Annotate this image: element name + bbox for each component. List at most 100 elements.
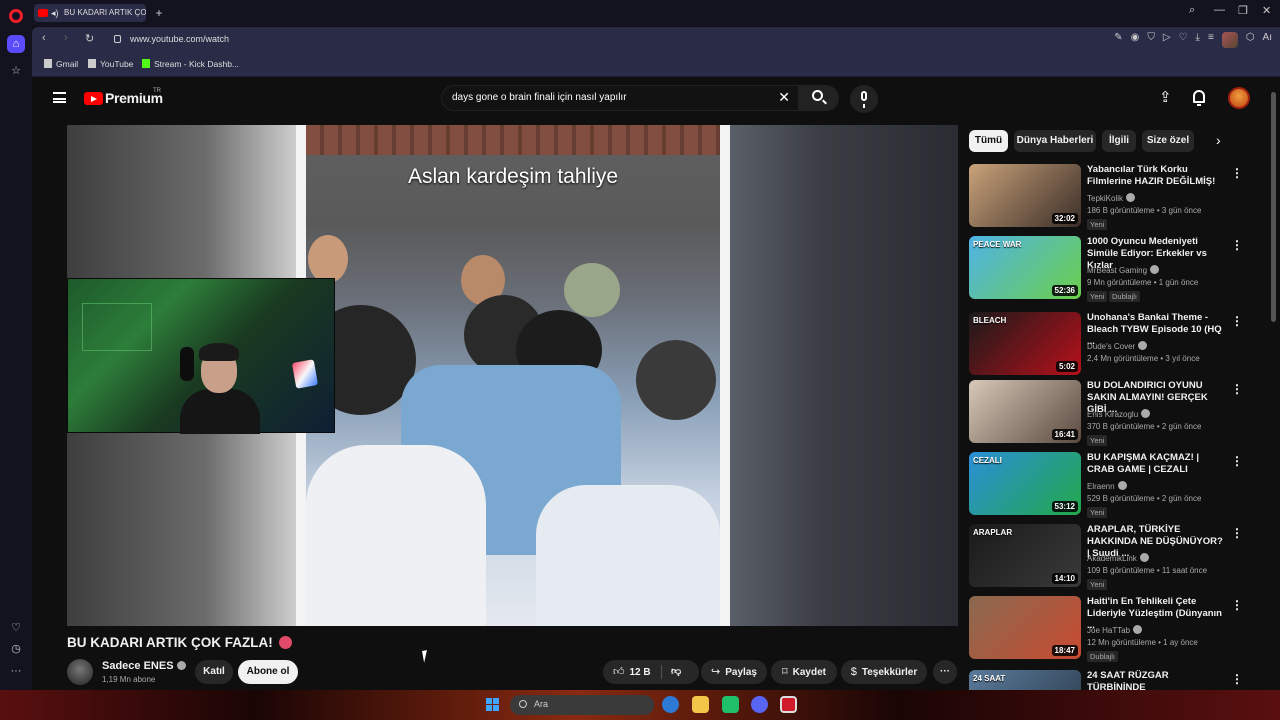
channel-name[interactable]: Sadece ENES bbox=[102, 660, 186, 672]
xbox-icon[interactable] bbox=[722, 696, 739, 713]
video-thumbnail[interactable]: 32:02 bbox=[969, 164, 1081, 227]
minimize-button[interactable]: — bbox=[1214, 4, 1225, 16]
discord-icon[interactable] bbox=[751, 696, 768, 713]
webcam-overlay bbox=[67, 278, 335, 434]
search-tabs-icon[interactable]: ⌕ bbox=[1189, 4, 1195, 17]
video-player[interactable]: Aslan kardeşim tahliye bbox=[67, 125, 958, 626]
scrollbar[interactable] bbox=[1271, 82, 1276, 684]
like-icon[interactable]: 👍︎ bbox=[613, 660, 625, 684]
more-options-icon[interactable]: ⋮ bbox=[1231, 238, 1243, 252]
like-count[interactable]: 12 B bbox=[630, 667, 651, 678]
shield-icon[interactable]: ⛉ bbox=[1147, 32, 1155, 48]
video-thumbnail[interactable]: 18:47 bbox=[969, 596, 1081, 659]
channel-avatar[interactable] bbox=[67, 659, 93, 685]
play-icon[interactable]: ▷ bbox=[1163, 32, 1171, 48]
video-thumbnail[interactable]: ARAPLAR 14:10 bbox=[969, 524, 1081, 587]
more-icon[interactable]: ··· bbox=[7, 662, 25, 680]
search-button[interactable] bbox=[799, 85, 839, 111]
history-icon[interactable]: ◷ bbox=[7, 640, 25, 658]
taskbar-search[interactable]: Ara bbox=[510, 695, 654, 715]
maximize-button[interactable]: ❐ bbox=[1238, 4, 1248, 17]
chevron-right-icon[interactable]: › bbox=[1216, 132, 1221, 148]
camera-icon[interactable]: ◉ bbox=[1131, 32, 1140, 48]
upload-icon[interactable]: ⇪ bbox=[1159, 90, 1172, 105]
new-tab-button[interactable]: + bbox=[152, 4, 166, 22]
thanks-button[interactable]: $ Teşekkürler bbox=[841, 660, 927, 684]
share-button[interactable]: ↪ Paylaş bbox=[701, 660, 767, 684]
dislike-icon[interactable]: 👎︎ bbox=[671, 660, 681, 684]
more-options-icon[interactable]: ⋮ bbox=[1231, 598, 1243, 612]
voice-search-button[interactable] bbox=[850, 85, 878, 113]
recommendation-channel[interactable]: Dude's Cover bbox=[1087, 341, 1148, 351]
ai-icon[interactable]: Aı bbox=[1263, 32, 1272, 48]
recommendation-item[interactable]: 18:47 Haiti'in En Tehlikeli Çete Lideriyl… bbox=[969, 596, 1269, 662]
avatar[interactable] bbox=[1228, 87, 1250, 109]
url-field[interactable]: www.youtube.com/watch bbox=[130, 34, 229, 44]
bookmark-gmail[interactable]: Gmail bbox=[44, 59, 78, 69]
more-options-icon[interactable]: ⋮ bbox=[1231, 382, 1243, 396]
heart-icon[interactable]: ♡ bbox=[7, 619, 25, 637]
more-options-icon[interactable]: ⋮ bbox=[1231, 526, 1243, 540]
recommendation-item[interactable]: BLEACH 5:02 Unohana's Bankai Theme - Bleac… bbox=[969, 312, 1269, 378]
video-thumbnail[interactable]: 16:41 bbox=[969, 380, 1081, 443]
star-icon[interactable]: ☆ bbox=[7, 62, 25, 80]
save-button[interactable]: ⌑ Kaydet bbox=[771, 660, 837, 684]
clear-icon[interactable]: ✕ bbox=[778, 89, 790, 106]
recommendation-item[interactable]: CEZALI 53:12 BU KAPIŞMA KAÇMAZ! | CRAB GAM… bbox=[969, 452, 1269, 518]
browser-tab[interactable]: ◂) BU KADARI ARTIK ÇO bbox=[34, 4, 146, 22]
more-options-icon[interactable]: ⋮ bbox=[1231, 672, 1243, 686]
chip-for-you[interactable]: Size özel bbox=[1142, 130, 1194, 152]
reload-icon[interactable]: ↻ bbox=[85, 32, 94, 45]
edge-icon[interactable] bbox=[662, 696, 679, 713]
recommendation-item[interactable]: ARAPLAR 14:10 ARAPLAR, TÜRKİYE HAKKINDA NE… bbox=[969, 524, 1269, 590]
subscribe-button[interactable]: Abone ol bbox=[238, 660, 298, 684]
profile-avatar[interactable] bbox=[1221, 32, 1238, 48]
download-icon[interactable]: ⤓ bbox=[1196, 32, 1200, 48]
cube-icon[interactable]: ⬡ bbox=[1246, 32, 1255, 48]
video-thumbnail[interactable]: BLEACH 5:02 bbox=[969, 312, 1081, 375]
chip-world-news[interactable]: Dünya Haberleri bbox=[1014, 130, 1096, 152]
recommendation-item[interactable]: 24 SAAT 24 SAAT RÜZGAR TÜRBİNİNDE ⋮ bbox=[969, 670, 1269, 690]
recommendation-title[interactable]: BU KAPIŞMA KAÇMAZ! | CRAB GAME | CEZALI bbox=[1087, 452, 1227, 476]
recommendation-title[interactable]: Yabancılar Türk Korku Filmlerine HAZIR D… bbox=[1087, 164, 1227, 188]
back-icon[interactable]: ‹ bbox=[42, 32, 46, 44]
search-input[interactable]: days gone o brain finali için nasıl yapı… bbox=[441, 85, 799, 111]
home-icon[interactable]: ⌂ bbox=[7, 35, 25, 53]
recommendation-channel[interactable]: TepkiKolik bbox=[1087, 193, 1136, 203]
more-actions-button[interactable]: ··· bbox=[933, 660, 957, 684]
recommendation-channel[interactable]: Joe HaTTab bbox=[1087, 625, 1143, 635]
recommendation-item[interactable]: 16:41 BU DOLANDIRICI OYUNU SAKIN ALMAYIN!… bbox=[969, 380, 1269, 446]
recommendation-channel[interactable]: MrBeast Gaming bbox=[1087, 265, 1160, 275]
close-window-button[interactable]: ✕ bbox=[1262, 4, 1271, 17]
more-options-icon[interactable]: ⋮ bbox=[1231, 166, 1243, 180]
recommendation-channel[interactable]: AkademikLink bbox=[1087, 553, 1149, 563]
forward-icon[interactable]: › bbox=[64, 32, 68, 44]
opera-icon[interactable] bbox=[780, 696, 797, 713]
menu-icon[interactable] bbox=[53, 92, 66, 103]
join-button[interactable]: Katıl bbox=[195, 660, 233, 684]
more-options-icon[interactable]: ⋮ bbox=[1231, 314, 1243, 328]
folder-icon[interactable] bbox=[692, 696, 709, 713]
video-thumbnail[interactable]: CEZALI 53:12 bbox=[969, 452, 1081, 515]
bookmark-kick[interactable]: Stream - Kick Dashb... bbox=[142, 59, 239, 69]
menu-icon[interactable]: ≡ bbox=[1208, 32, 1214, 48]
video-thumbnail[interactable]: 24 SAAT bbox=[969, 670, 1081, 690]
chip-related[interactable]: İlgili bbox=[1102, 130, 1136, 152]
chip-all[interactable]: Tümü bbox=[969, 130, 1008, 152]
scroll-thumb[interactable] bbox=[1271, 92, 1276, 322]
speaker-icon[interactable]: ◂) bbox=[51, 4, 59, 22]
bell-icon[interactable] bbox=[1193, 90, 1205, 106]
recommendation-item[interactable]: 32:02 Yabancılar Türk Korku Filmlerine HA… bbox=[969, 164, 1269, 230]
edit-icon[interactable]: ✎ bbox=[1114, 32, 1122, 48]
recommendation-title[interactable]: 24 SAAT RÜZGAR TÜRBİNİNDE bbox=[1087, 670, 1227, 690]
youtube-logo-icon[interactable] bbox=[84, 92, 103, 105]
windows-start-icon[interactable] bbox=[486, 698, 499, 711]
bookmark-youtube[interactable]: YouTube bbox=[88, 59, 133, 69]
heart-icon[interactable]: ♡ bbox=[1179, 32, 1188, 48]
opera-logo-icon[interactable] bbox=[9, 9, 23, 23]
more-options-icon[interactable]: ⋮ bbox=[1231, 454, 1243, 468]
video-thumbnail[interactable]: PEACE WAR 52:36 bbox=[969, 236, 1081, 299]
recommendation-channel[interactable]: Elraenn bbox=[1087, 481, 1127, 491]
recommendation-channel[interactable]: Enis Kirazoglu bbox=[1087, 409, 1151, 419]
recommendation-item[interactable]: PEACE WAR 52:36 1000 Oyuncu Medeniyeti Sim… bbox=[969, 236, 1269, 302]
